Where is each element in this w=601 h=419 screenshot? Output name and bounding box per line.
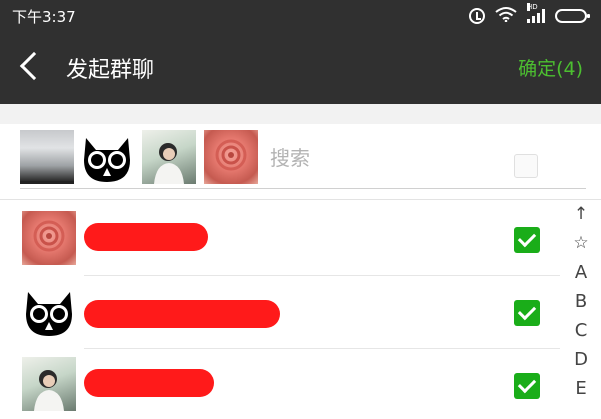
status-time: 下午3:37: [12, 8, 76, 26]
index-star[interactable]: ☆: [573, 229, 588, 258]
faded-checkbox: [514, 154, 538, 178]
selected-contacts-bar: [0, 124, 601, 200]
index-top-arrow[interactable]: ↑: [574, 200, 588, 229]
signal-hd-label: HD: [527, 3, 538, 11]
contact-avatar-girl: [22, 357, 76, 411]
contact-checkbox[interactable]: [514, 300, 540, 326]
selected-avatar-girl[interactable]: [142, 130, 196, 184]
selected-avatar-rose[interactable]: [204, 130, 258, 184]
contact-avatar-cat: [22, 284, 76, 338]
alarm-icon: [469, 8, 485, 24]
header-gap: [0, 104, 601, 124]
index-letter-a[interactable]: A: [575, 258, 587, 287]
index-letter-e[interactable]: E: [575, 374, 586, 403]
contact-row[interactable]: [0, 349, 560, 419]
alphabet-index-bar[interactable]: ↑ ☆ A B C D E: [566, 200, 596, 419]
status-icons: HD: [469, 3, 590, 26]
contact-row[interactable]: [0, 203, 560, 276]
index-letter-b[interactable]: B: [575, 287, 587, 316]
contact-checkbox[interactable]: [514, 373, 540, 399]
back-arrow-icon[interactable]: [19, 51, 49, 81]
contact-avatar-rose: [22, 211, 76, 265]
confirm-button[interactable]: 确定(4): [518, 54, 583, 81]
page-title: 发起群聊: [66, 58, 155, 83]
search-input[interactable]: [270, 142, 470, 174]
contact-row[interactable]: [0, 276, 560, 349]
battery-icon: [555, 9, 590, 23]
redacted-contact-name: [84, 300, 280, 328]
index-letter-d[interactable]: D: [574, 345, 588, 374]
status-bar: 下午3:37 HD: [0, 0, 601, 32]
redacted-contact-name: [84, 369, 214, 397]
redacted-contact-name: [84, 223, 208, 251]
search-underline: [20, 188, 586, 189]
signal-icon: HD: [527, 3, 545, 23]
contact-checkbox[interactable]: [514, 227, 540, 253]
selected-avatar-cat[interactable]: [80, 130, 134, 184]
title-bar: 发起群聊 确定(4): [0, 32, 601, 104]
wifi-icon: [495, 6, 517, 26]
selected-avatar-snow[interactable]: [20, 130, 74, 184]
index-letter-c[interactable]: C: [575, 316, 588, 345]
